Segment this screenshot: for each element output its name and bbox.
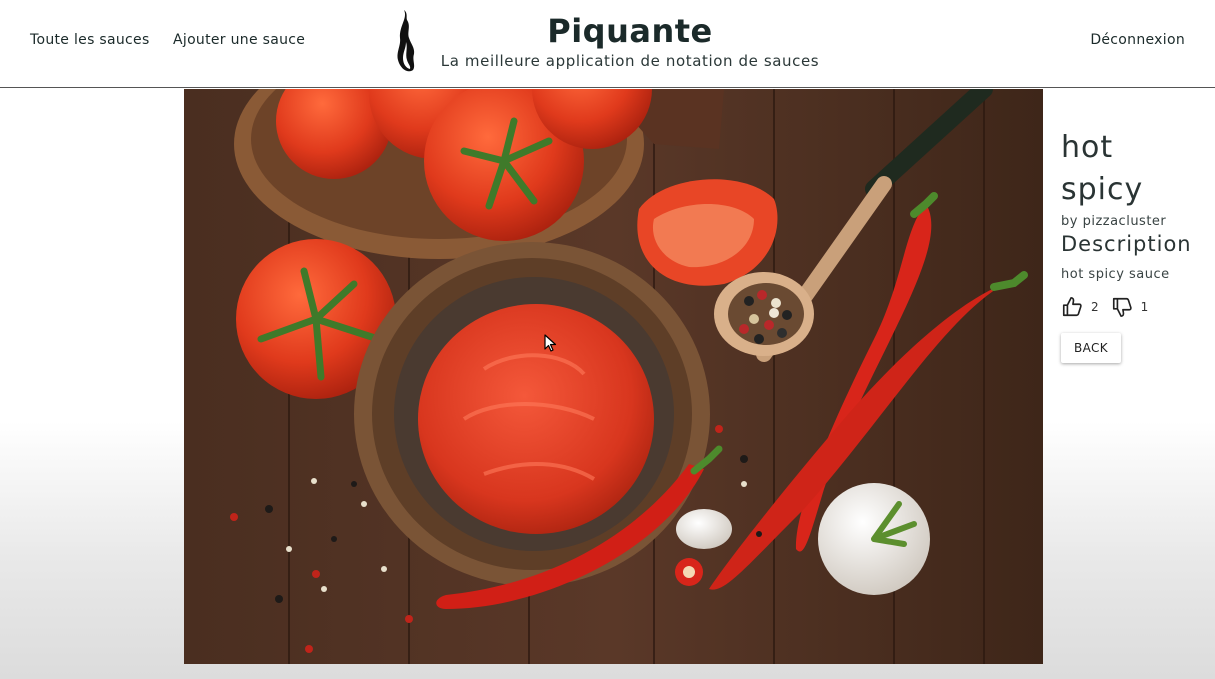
app-subtitle: La meilleure application de notation de … [440, 52, 820, 70]
vote-bar: 2 1 [1061, 296, 1211, 318]
sauce-details: hot spicy by pizzacluster Description ho… [1061, 127, 1211, 363]
like-count: 2 [1091, 300, 1099, 314]
nav-add-sauce-link[interactable]: Ajouter une sauce [173, 32, 305, 48]
description-text: hot spicy sauce [1061, 267, 1170, 282]
dislike-count: 1 [1140, 300, 1149, 314]
sauce-image [184, 89, 1043, 664]
mouse-cursor-icon [544, 334, 557, 352]
nav-all-sauces-link[interactable]: Toute les sauces [30, 32, 150, 48]
sauce-manufacturer: by pizzacluster [1061, 214, 1167, 229]
sauce-name-line1: hot [1061, 130, 1114, 165]
app-title: Piquante [547, 12, 713, 50]
sauce-name-line2: spicy [1061, 172, 1144, 207]
thumbs-up-icon[interactable] [1061, 296, 1083, 318]
logout-link[interactable]: Déconnexion [1090, 32, 1185, 48]
top-header: Toute les sauces Ajouter une sauce Piqua… [0, 0, 1215, 88]
back-button[interactable]: BACK [1061, 333, 1122, 363]
thumbs-down-icon[interactable] [1111, 296, 1133, 318]
flame-icon [397, 10, 415, 72]
description-heading: Description [1061, 232, 1192, 256]
